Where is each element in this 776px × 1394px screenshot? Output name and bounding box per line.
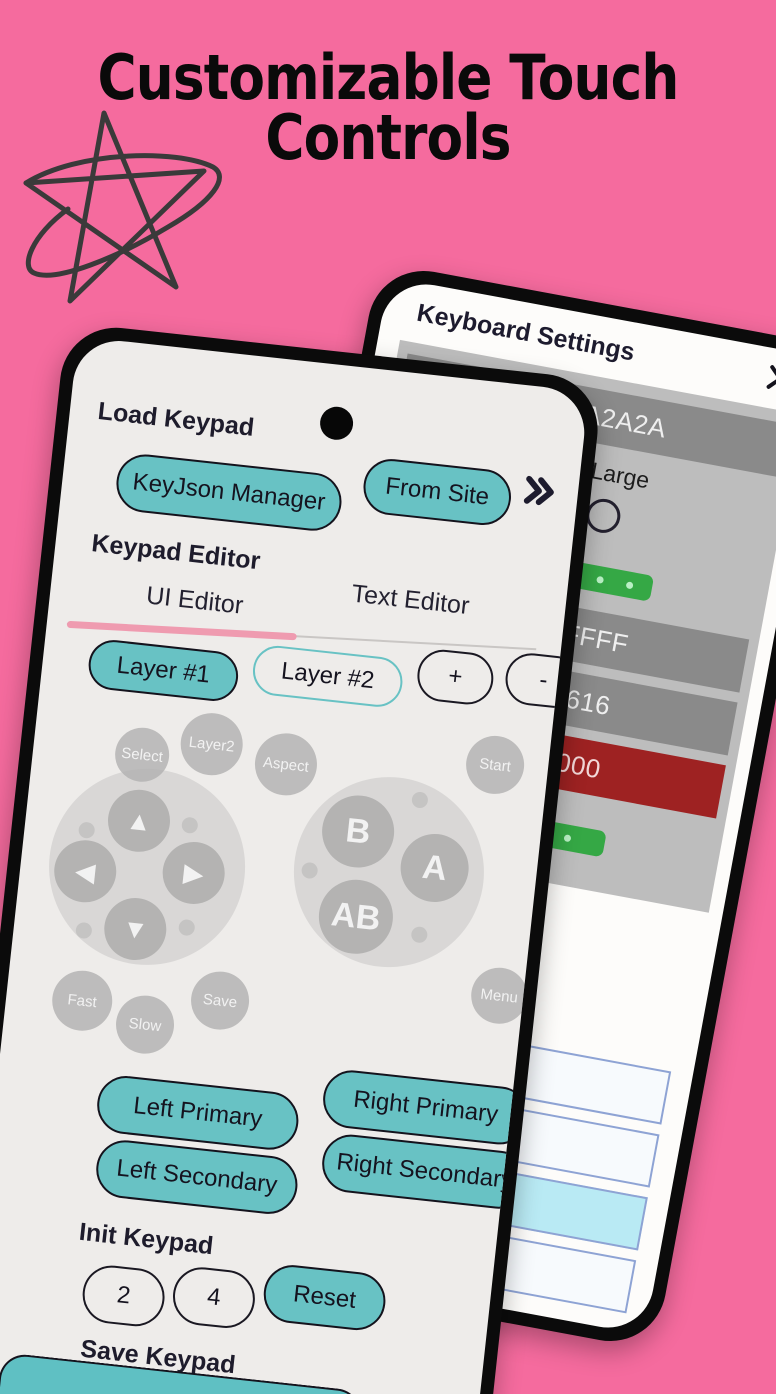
reset-button[interactable]: Reset — [260, 1262, 389, 1334]
layer-1-chip[interactable]: Layer #1 — [86, 637, 241, 704]
gamepad-button-save[interactable]: Save — [188, 968, 253, 1033]
tab-active-indicator — [66, 620, 297, 641]
front-phone-screen: Load Keypad KeyJson Manager From Site Ke… — [0, 336, 589, 1394]
section-label-load-keypad: Load Keypad — [96, 397, 256, 442]
headline-line-1: Customizable Touch — [97, 41, 680, 114]
keyjson-manager-button[interactable]: KeyJson Manager — [113, 451, 345, 534]
camera-punch-hole — [318, 405, 355, 442]
gamepad-button-layer2[interactable]: Layer2 — [177, 710, 246, 779]
close-icon[interactable] — [763, 361, 776, 396]
tab-ui-editor[interactable]: UI Editor — [145, 581, 245, 620]
gamepad-button-menu[interactable]: Menu — [468, 964, 531, 1027]
track-dot — [625, 580, 634, 589]
init-4-button[interactable]: 4 — [170, 1264, 258, 1331]
section-label-init-keypad: Init Keypad — [77, 1217, 215, 1261]
tab-text-editor[interactable]: Text Editor — [350, 580, 470, 622]
gamepad-button-aspect[interactable]: Aspect — [251, 730, 321, 799]
gamepad-button-fast[interactable]: Fast — [49, 967, 116, 1034]
chevron-double-right-icon[interactable] — [518, 469, 562, 513]
gamepad-button-start[interactable]: Start — [463, 732, 528, 797]
track-dot — [595, 575, 604, 584]
layer-add-button[interactable]: + — [414, 647, 496, 708]
from-site-button[interactable]: From Site — [360, 456, 514, 528]
track-dot — [562, 833, 572, 842]
section-label-keypad-editor: Keypad Editor — [90, 529, 262, 576]
gamepad-preview[interactable]: Select Layer2 Aspect Start Menu Fast Slo… — [2, 694, 550, 1088]
star-doodle-icon — [23, 110, 222, 304]
promo-screenshot: Customizable Touch Controls Keyboard Set… — [0, 0, 776, 1394]
layer-2-chip[interactable]: Layer #2 — [250, 643, 405, 710]
gamepad-button-slow[interactable]: Slow — [113, 992, 177, 1057]
init-2-button[interactable]: 2 — [79, 1262, 168, 1330]
